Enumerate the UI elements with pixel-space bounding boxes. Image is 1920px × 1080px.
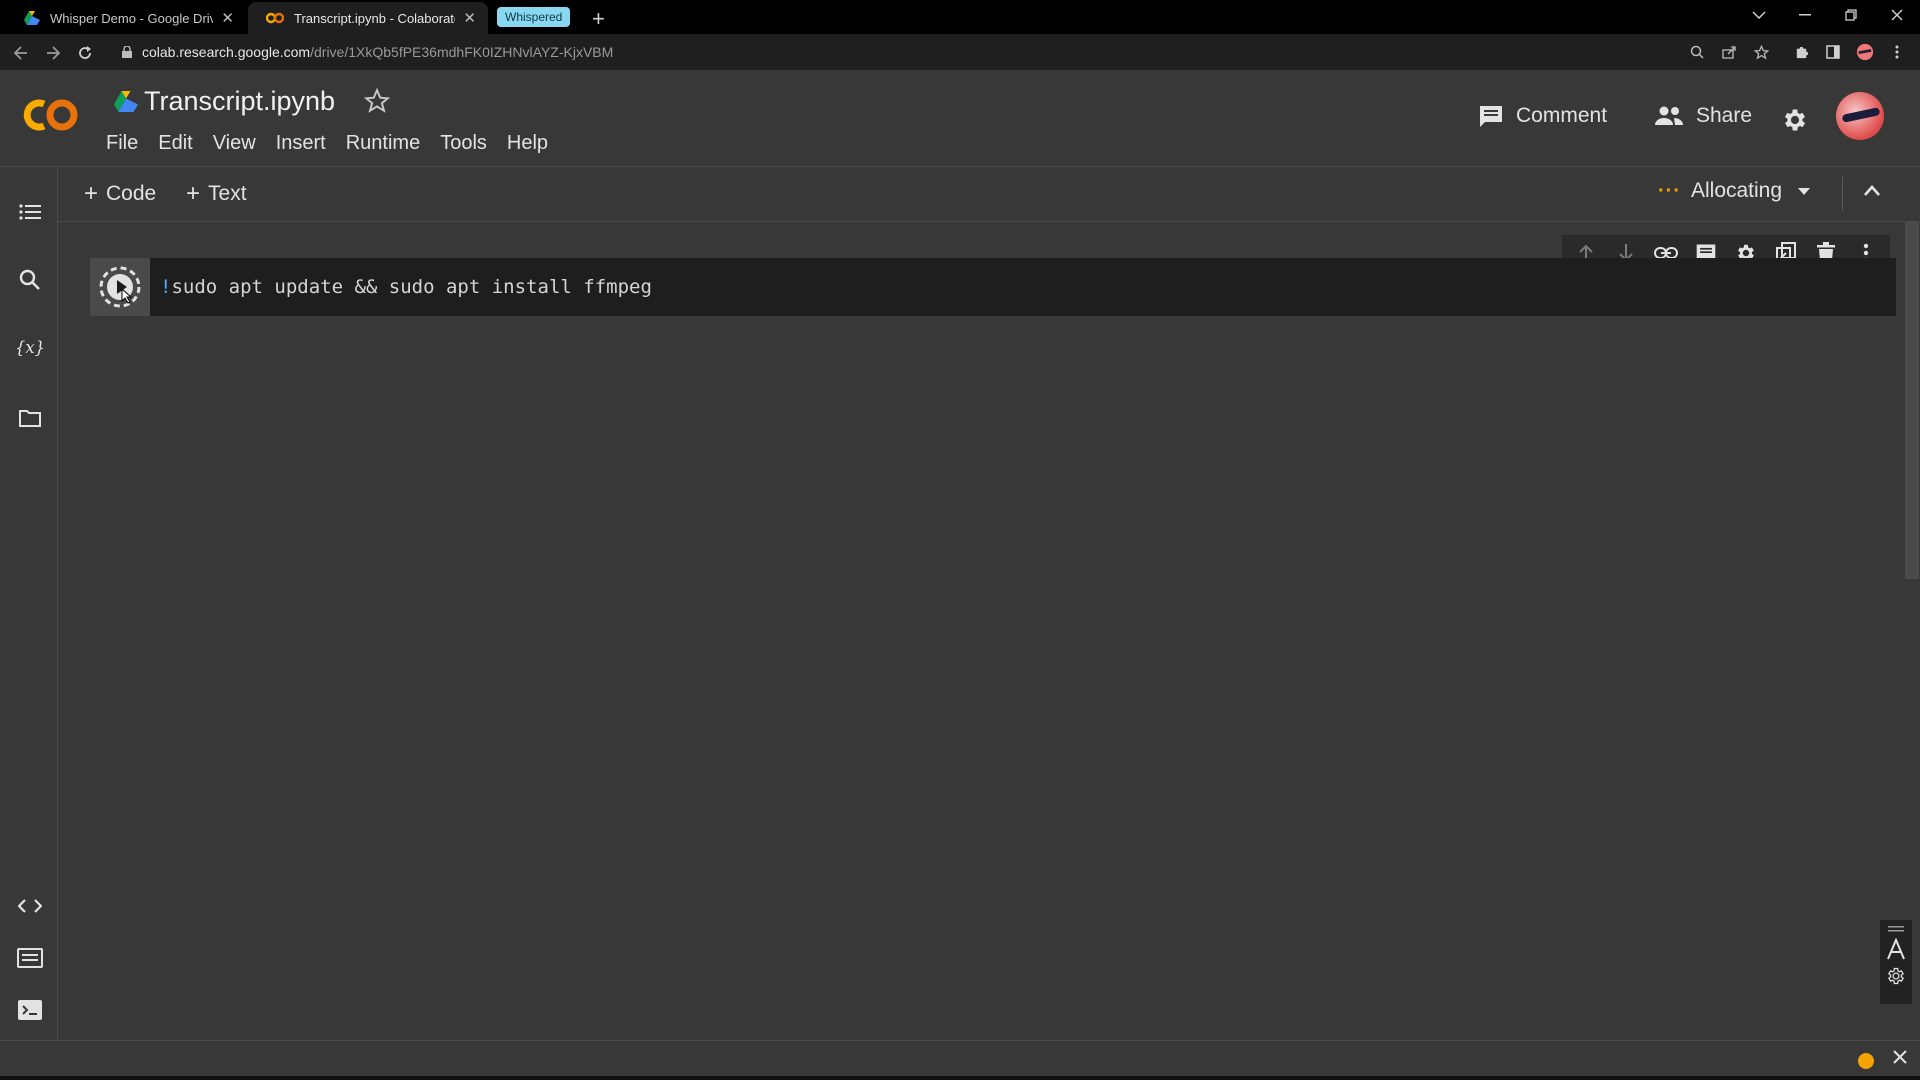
notebook-title[interactable]: Transcript.ipynb — [144, 86, 335, 117]
close-icon[interactable] — [1892, 1049, 1908, 1065]
comment-button[interactable]: Comment — [1478, 104, 1607, 128]
runtime-status-button[interactable]: ··· Allocating — [1658, 179, 1811, 203]
profile-avatar-icon[interactable] — [1856, 43, 1874, 61]
window-close-icon[interactable] — [1874, 0, 1920, 30]
left-sidebar: {x} — [0, 167, 58, 1040]
code-text: sudo apt update && sudo apt install ffmp… — [171, 276, 652, 298]
keyboard-icon[interactable] — [17, 945, 43, 971]
tab-google-drive[interactable]: Whisper Demo - Google Drive ✕ — [6, 2, 246, 34]
comment-label: Comment — [1516, 104, 1608, 127]
share-label: Share — [1696, 104, 1753, 127]
url-host: colab.research.google.com — [142, 44, 311, 60]
taskbar-edge — [0, 1076, 1920, 1080]
runtime-status-label: Allocating — [1690, 179, 1783, 202]
scrollbar-thumb[interactable] — [1905, 222, 1919, 579]
menu-tools[interactable]: Tools — [440, 132, 487, 155]
terminal-icon[interactable] — [17, 997, 43, 1023]
folder-icon[interactable] — [17, 405, 43, 431]
lock-icon — [122, 46, 132, 58]
shell-bang: ! — [160, 276, 172, 298]
menu-runtime[interactable]: Runtime — [346, 132, 420, 155]
add-text-button[interactable]: + Text — [186, 180, 247, 208]
svg-text:{x}: {x} — [17, 338, 43, 357]
browser-tab-bar: Whisper Demo - Google Drive ✕ Transcript… — [0, 0, 1920, 34]
colab-header: Transcript.ipynb File Edit View Insert R… — [0, 70, 1920, 167]
code-icon[interactable] — [17, 893, 43, 919]
tab-colaboratory[interactable]: Transcript.ipynb - Colaboratory ✕ — [248, 2, 488, 34]
run-spinner-icon — [98, 265, 142, 309]
tab-close-icon[interactable]: ✕ — [221, 9, 234, 27]
gear-icon[interactable] — [1886, 966, 1906, 986]
zoom-icon[interactable] — [1688, 43, 1706, 61]
url-bar[interactable]: colab.research.google.com/drive/1XkQb5fP… — [110, 38, 1710, 66]
add-code-label: Code — [106, 182, 157, 205]
list-icon[interactable] — [17, 199, 43, 225]
share-page-icon[interactable] — [1720, 43, 1738, 61]
people-icon — [1654, 106, 1696, 126]
plus-icon: + — [84, 180, 99, 207]
extensions-icon[interactable] — [1792, 43, 1810, 61]
dots-icon: ··· — [1658, 179, 1681, 202]
menu-insert[interactable]: Insert — [276, 132, 326, 155]
code-cell[interactable]: !sudo apt update && sudo apt install ffm… — [90, 258, 1896, 316]
back-icon[interactable] — [10, 42, 32, 64]
tab-title: Transcript.ipynb - Colaboratory — [294, 10, 456, 26]
url-path: /drive/1XkQb5fPE36mdhFK0IZHNvlAYZ-KjxVBM — [310, 44, 614, 60]
chevron-up-icon[interactable] — [1862, 181, 1882, 201]
share-button[interactable]: Share — [1654, 104, 1752, 128]
comment-icon — [1478, 104, 1516, 128]
menu-help[interactable]: Help — [507, 132, 548, 155]
forward-icon[interactable] — [42, 42, 64, 64]
side-panel-icon[interactable] — [1824, 43, 1842, 61]
plus-icon: + — [186, 180, 201, 207]
gear-icon — [1781, 106, 1821, 134]
notebook-scrollbar[interactable] — [1904, 222, 1920, 1040]
bookmark-star-icon[interactable] — [1752, 43, 1770, 61]
restore-icon[interactable] — [1828, 0, 1874, 30]
tab-search-icon[interactable] — [1736, 0, 1782, 30]
drive-favicon-icon — [24, 11, 40, 25]
caret-down-icon — [1798, 187, 1811, 195]
status-indicator-icon[interactable] — [1858, 1053, 1874, 1069]
drag-handle-icon[interactable] — [1888, 926, 1904, 932]
browser-menu-icon[interactable] — [1888, 43, 1906, 61]
url-text: colab.research.google.com/drive/1XkQb5fP… — [142, 44, 613, 60]
account-avatar[interactable] — [1836, 92, 1884, 140]
colab-logo-icon[interactable] — [22, 96, 82, 134]
drive-icon[interactable] — [114, 91, 138, 112]
menu-bar: File Edit View Insert Runtime Tools Help — [106, 132, 568, 155]
browser-address-bar: colab.research.google.com/drive/1XkQb5fP… — [0, 34, 1920, 70]
run-cell-button[interactable] — [90, 258, 150, 316]
tab-group-label[interactable]: Whispered — [497, 7, 571, 27]
menu-file[interactable]: File — [106, 132, 138, 155]
status-bar — [0, 1040, 1920, 1080]
minimize-icon[interactable] — [1782, 0, 1828, 30]
menu-edit[interactable]: Edit — [158, 132, 192, 155]
add-code-button[interactable]: + Code — [84, 180, 156, 208]
colab-favicon-icon — [266, 12, 284, 24]
tab-close-icon[interactable]: ✕ — [463, 9, 476, 27]
search-icon[interactable] — [17, 267, 43, 293]
code-editor[interactable]: !sudo apt update && sudo apt install ffm… — [160, 276, 652, 298]
new-tab-button[interactable]: + — [592, 6, 605, 32]
tab-title: Whisper Demo - Google Drive — [50, 10, 214, 26]
variables-icon[interactable]: {x} — [17, 335, 43, 361]
font-size-icon[interactable] — [1886, 938, 1906, 960]
star-icon[interactable] — [364, 88, 390, 114]
floating-panel — [1880, 920, 1912, 1004]
menu-view[interactable]: View — [213, 132, 256, 155]
add-text-label: Text — [208, 182, 247, 205]
toolbar-divider — [1842, 177, 1843, 211]
reload-icon[interactable] — [74, 42, 96, 64]
notebook-toolbar: + Code + Text ··· Allocating — [58, 167, 1920, 222]
settings-button[interactable] — [1781, 106, 1821, 134]
